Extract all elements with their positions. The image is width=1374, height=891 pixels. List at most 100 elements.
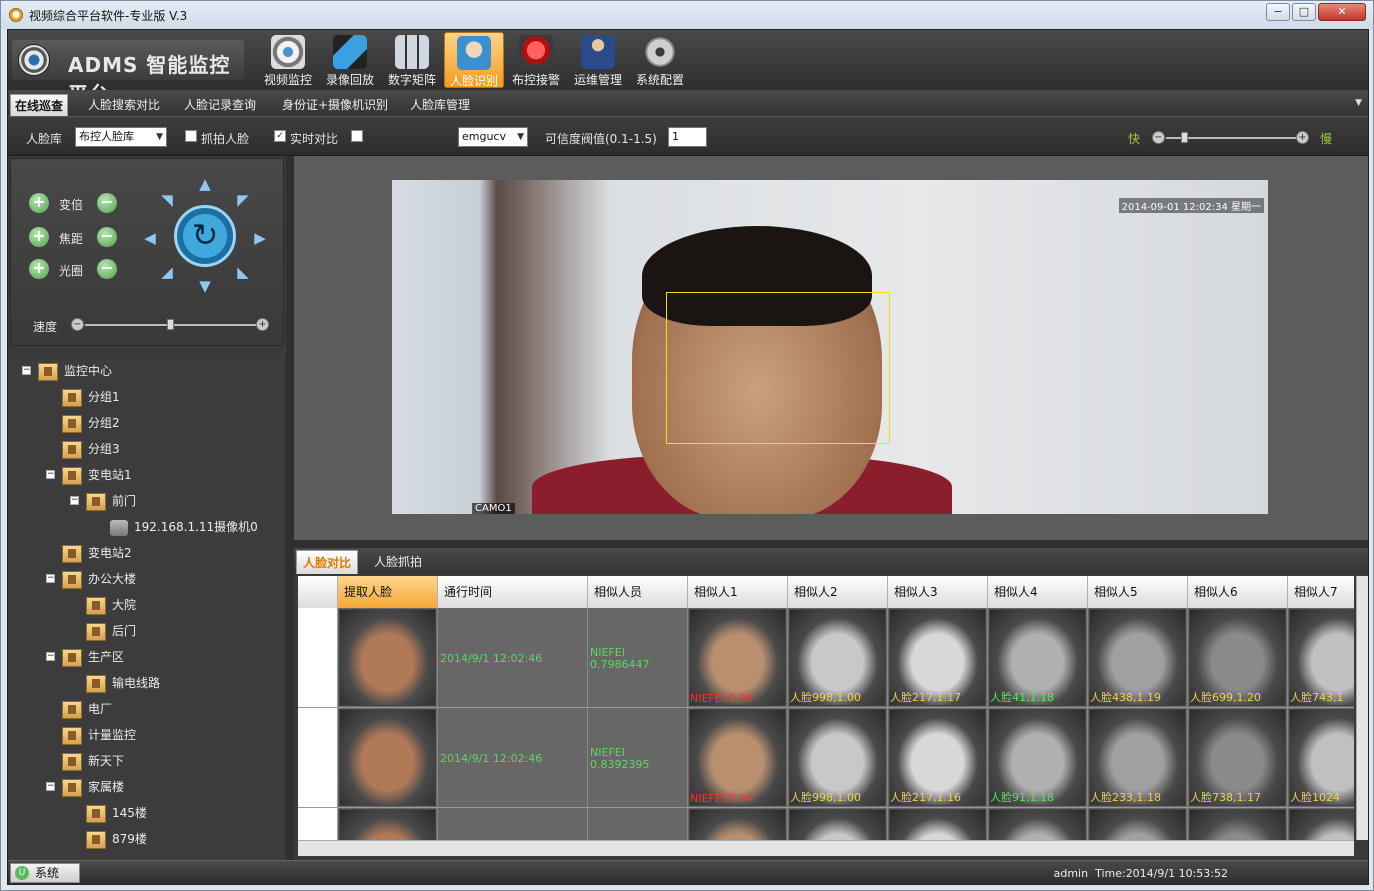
table-cell[interactable]: 人脸438,1.19: [1088, 608, 1188, 708]
table-cell[interactable]: [338, 808, 438, 840]
table-cell[interactable]: NIEFEI,0.80: [688, 608, 788, 708]
ptz-reset-icon[interactable]: ↻: [174, 205, 236, 267]
system-menu-button[interactable]: U 系统: [10, 863, 80, 883]
realtime-compare-checkbox[interactable]: ✓: [274, 130, 286, 142]
tree-node[interactable]: 分组1: [62, 386, 120, 408]
iris-close-button[interactable]: −: [97, 259, 117, 279]
tree-node[interactable]: 家属楼: [62, 776, 124, 798]
table-cell[interactable]: 人脸91,1.18: [988, 708, 1088, 808]
row-header[interactable]: [298, 608, 338, 708]
table-cell[interactable]: [888, 808, 988, 840]
tree-node[interactable]: 监控中心: [38, 360, 112, 382]
tree-node[interactable]: 192.168.1.11摄像机0: [110, 516, 258, 538]
focus-out-button[interactable]: −: [97, 227, 117, 247]
engine-select[interactable]: emgucv ▼: [458, 127, 528, 147]
table-cell[interactable]: [438, 808, 588, 840]
zoom-out-button[interactable]: −: [97, 193, 117, 213]
tree-node[interactable]: 变电站2: [62, 542, 132, 564]
video-feed[interactable]: 2014-09-01 12:02:34 星期一 CAMO1: [392, 180, 1268, 514]
tree-node[interactable]: 后门: [86, 620, 136, 642]
zoom-in-button[interactable]: +: [29, 193, 49, 213]
ptz-down-arrow-icon[interactable]: ▼: [196, 277, 214, 295]
tree-node[interactable]: 分组2: [62, 412, 120, 434]
vertical-splitter[interactable]: [286, 156, 294, 860]
table-cell[interactable]: [338, 608, 438, 708]
table-horizontal-scrollbar[interactable]: [298, 840, 1354, 856]
table-cell[interactable]: NIEFEI 0.7986447: [588, 608, 688, 708]
column-header[interactable]: 相似人员: [588, 576, 688, 608]
table-cell[interactable]: 人脸1024: [1288, 708, 1354, 808]
column-header[interactable]: 相似人4: [988, 576, 1088, 608]
focus-in-button[interactable]: +: [29, 227, 49, 247]
table-cell[interactable]: 人脸998,1.00: [788, 608, 888, 708]
tree-node[interactable]: 办公大楼: [62, 568, 136, 590]
tree-node[interactable]: 前门: [86, 490, 136, 512]
column-header[interactable]: 相似人7: [1288, 576, 1354, 608]
table-cell[interactable]: 人脸738,1.17: [1188, 708, 1288, 808]
tool-system-config[interactable]: 系统配置: [630, 32, 690, 88]
tree-expand-toggle[interactable]: −: [46, 574, 55, 583]
table-cell[interactable]: 人脸998,1.00: [788, 708, 888, 808]
tab-face-records[interactable]: 人脸记录查询: [180, 94, 260, 116]
tree-node[interactable]: 145楼: [86, 802, 147, 824]
speed-decrease-icon[interactable]: −: [1152, 131, 1165, 144]
column-header[interactable]: 相似人1: [688, 576, 788, 608]
tree-node[interactable]: 电厂: [62, 698, 112, 720]
tab-id-camera[interactable]: 身份证+摄像机识别: [278, 94, 392, 116]
tab-face-compare[interactable]: 人脸对比: [296, 550, 359, 574]
row-header[interactable]: [298, 808, 338, 840]
table-cell[interactable]: 2014/9/1 12:02:46: [438, 708, 588, 808]
table-corner[interactable]: [298, 576, 338, 608]
table-cell[interactable]: [1188, 808, 1288, 840]
tree-node[interactable]: 新天下: [62, 750, 124, 772]
minimize-button[interactable]: −: [1266, 3, 1290, 21]
tree-node[interactable]: 输电线路: [86, 672, 160, 694]
tool-maintenance[interactable]: 运维管理: [568, 32, 628, 88]
column-header[interactable]: 相似人6: [1188, 576, 1288, 608]
column-header[interactable]: 相似人5: [1088, 576, 1188, 608]
tree-expand-toggle[interactable]: −: [22, 366, 31, 375]
column-header[interactable]: 通行时间: [438, 576, 588, 608]
capture-face-checkbox[interactable]: [185, 130, 197, 142]
tabs-dropdown-icon[interactable]: ▼: [1355, 98, 1362, 108]
table-cell[interactable]: [688, 808, 788, 840]
tree-node[interactable]: 879楼: [86, 828, 147, 850]
table-cell[interactable]: [338, 708, 438, 808]
maximize-button[interactable]: □: [1292, 3, 1316, 21]
table-cell[interactable]: [588, 808, 688, 840]
tab-online-patrol[interactable]: 在线巡查: [10, 94, 69, 116]
iris-open-button[interactable]: +: [29, 259, 49, 279]
tree-node[interactable]: 分组3: [62, 438, 120, 460]
tool-face-recognition[interactable]: 人脸识别: [444, 32, 504, 88]
threshold-input[interactable]: 1: [668, 127, 707, 147]
table-cell[interactable]: 人脸217,1.16: [888, 708, 988, 808]
table-cell[interactable]: [1288, 808, 1354, 840]
speed-slider-thumb[interactable]: [1181, 132, 1188, 143]
table-cell[interactable]: 人脸233,1.18: [1088, 708, 1188, 808]
table-cell[interactable]: 人脸41,1.18: [988, 608, 1088, 708]
row-header[interactable]: [298, 708, 338, 808]
column-header[interactable]: 提取人脸: [338, 576, 438, 608]
table-cell[interactable]: 人脸699,1.20: [1188, 608, 1288, 708]
tool-digital-matrix[interactable]: 数字矩阵: [382, 32, 442, 88]
face-db-select[interactable]: 布控人脸库 ▼: [75, 127, 167, 147]
tree-node[interactable]: 计量监控: [62, 724, 136, 746]
extra-checkbox[interactable]: [351, 130, 363, 142]
ptz-downright-arrow-icon[interactable]: ◣: [234, 263, 252, 281]
ptz-upright-arrow-icon[interactable]: ◤: [234, 191, 252, 209]
tool-video-monitor[interactable]: 视频监控: [258, 32, 318, 88]
ptz-upleft-arrow-icon[interactable]: ◥: [158, 191, 176, 209]
tab-face-capture[interactable]: 人脸抓拍: [368, 550, 428, 574]
ptz-left-arrow-icon[interactable]: ◀: [141, 229, 159, 247]
ptz-downleft-arrow-icon[interactable]: ◢: [158, 263, 176, 281]
column-header[interactable]: 相似人3: [888, 576, 988, 608]
table-cell[interactable]: 人脸743,1: [1288, 608, 1354, 708]
table-cell[interactable]: [1088, 808, 1188, 840]
table-cell[interactable]: [988, 808, 1088, 840]
ptz-speed-increase-icon[interactable]: +: [256, 318, 269, 331]
tree-expand-toggle[interactable]: −: [46, 470, 55, 479]
ptz-speed-thumb[interactable]: [167, 319, 174, 330]
table-cell[interactable]: [788, 808, 888, 840]
tree-expand-toggle[interactable]: −: [70, 496, 79, 505]
table-cell[interactable]: 2014/9/1 12:02:46: [438, 608, 588, 708]
